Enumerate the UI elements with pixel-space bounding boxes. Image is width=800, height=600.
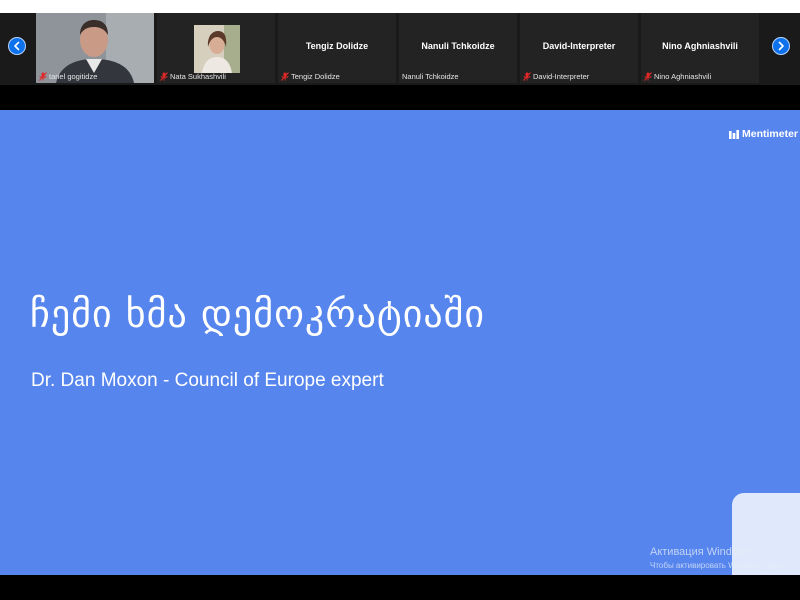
toolbar-band [0,85,800,110]
mic-muted-icon [644,72,652,81]
participant-label: Nino Aghniashvili [644,72,711,81]
participant-display-name: Nanuli Tchkoidze [421,41,495,51]
zoom-meeting-window: tariel gogitidze Nata Sukhashvili Tengiz… [0,0,800,600]
participant-label: Tengiz Dolidze [281,72,340,81]
shared-screen-slide: Mentimeter ჩემი ხმა დემოკრატიაში Dr. Dan… [0,110,800,575]
brand-logo: Mentimeter [728,128,798,140]
participant-label: Nata Sukhashvili [160,72,226,81]
watermark-title: Активация Windows [650,546,752,558]
mic-muted-icon [39,72,47,81]
slide-subtitle: Dr. Dan Moxon - Council of Europe expert [31,370,384,391]
mic-muted-icon [160,72,168,81]
participant-tile[interactable]: Nata Sukhashvili [157,13,275,83]
bottom-bar [0,575,800,600]
participant-tile[interactable]: tariel gogitidze [36,13,154,83]
mic-muted-icon [281,72,289,81]
participant-tile[interactable]: Nanuli Tchkoidze Nanuli Tchkoidze [399,13,517,83]
participant-label: tariel gogitidze [39,72,97,81]
participant-label: Nanuli Tchkoidze [402,72,459,81]
chevron-right-icon [778,41,784,51]
watermark-subtitle: Чтобы активировать Windows, перей [650,561,788,570]
participant-tile[interactable]: Tengiz Dolidze Tengiz Dolidze [278,13,396,83]
participant-display-name: Tengiz Dolidze [305,41,369,51]
next-page-button[interactable] [772,37,790,55]
windows-activation-watermark: Активация Windows Чтобы активировать Win… [650,546,787,570]
chevron-left-icon [14,41,20,51]
participant-video [194,25,240,73]
participant-tile[interactable]: Nino Aghniashvili Nino Aghniashvili [641,13,759,83]
prev-page-button[interactable] [8,37,26,55]
participants-strip: tariel gogitidze Nata Sukhashvili Tengiz… [0,13,800,85]
mic-muted-icon [523,72,531,81]
slide-title: ჩემი ხმა დემოკრატიაში [30,292,486,336]
participant-display-name: David-Interpreter [542,41,616,51]
mentimeter-logo-icon [728,129,739,139]
participant-label: David-Interpreter [523,72,589,81]
participant-display-name: Nino Aghniashvili [662,41,738,51]
participant-tile[interactable]: David-Interpreter David-Interpreter [520,13,638,83]
